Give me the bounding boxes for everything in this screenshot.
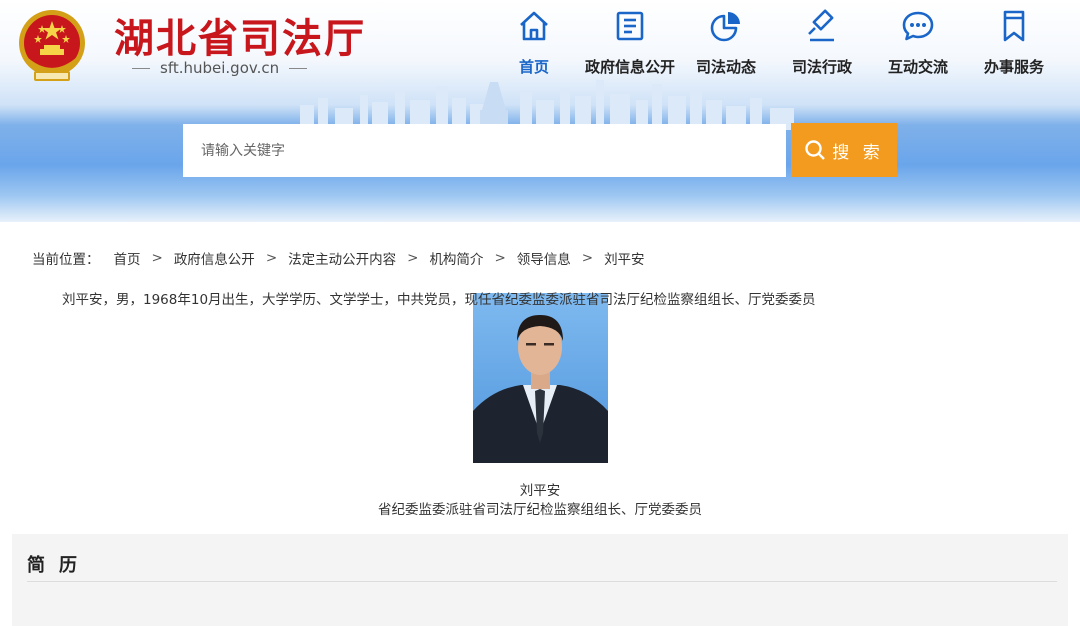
profile-photo [473,293,608,463]
resume-heading: 简历 [27,555,91,576]
nav-label: 司法行政 [791,58,852,76]
main-content: 当前位置： 首页 > 政府信息公开 > 法定主动公开内容 > 机构简介 > 领导… [6,222,1074,626]
breadcrumb-separator: > [494,250,506,266]
resume-text: 刘平安，男，1968年10月出生，大学学历、文学学士，中共党员，现任省纪委监委派… [62,292,816,308]
domain-left-rule [132,67,150,69]
breadcrumb-item-home[interactable]: 首页 [114,248,141,268]
nav-item-home[interactable]: 首页 [486,8,582,77]
home-icon [520,11,548,41]
breadcrumb: 当前位置： 首页 > 政府信息公开 > 法定主动公开内容 > 机构简介 > 领导… [32,248,645,268]
search-input[interactable] [183,124,786,177]
city-skyline-decoration [300,80,794,130]
national-emblem-logo [19,10,85,81]
search-icon [805,140,826,160]
profile-name: 刘平安 [519,483,561,499]
nav-item-interaction[interactable]: 互动交流 [870,8,966,77]
site-title: 湖北省司法厅 [114,15,366,62]
search-button[interactable]: 搜 索 [791,123,897,177]
nav-item-judicial-news[interactable]: 司法动态 [678,8,774,77]
resume-divider [27,581,1057,582]
breadcrumb-separator: > [151,250,163,266]
breadcrumb-item-leaders[interactable]: 领导信息 [517,248,571,268]
site-domain: sft.hubei.gov.cn [132,59,352,77]
site-header: 湖北省司法厅 sft.hubei.gov.cn 首页 政府信息公开 司法动态 司… [0,0,1080,222]
nav-label: 互动交流 [887,58,948,76]
breadcrumb-separator: > [407,250,419,266]
breadcrumb-item-org-intro[interactable]: 机构简介 [429,248,483,268]
document-icon [616,11,644,41]
nav-label: 司法动态 [695,58,756,76]
nav-item-gov-info[interactable]: 政府信息公开 [582,8,678,77]
search-button-label: 搜 索 [832,142,884,163]
breadcrumb-separator: > [581,250,594,266]
breadcrumb-item-statutory-disclosure[interactable]: 法定主动公开内容 [288,248,396,268]
profile-title: 省纪委监委派驻省司法厅纪检监察组组长、厅党委委员 [378,502,702,518]
breadcrumb-item-gov-info[interactable]: 政府信息公开 [174,248,255,268]
breadcrumb-separator: > [265,250,278,266]
nav-label: 首页 [518,58,549,76]
breadcrumb-item-current: 刘平安 [604,252,645,268]
nav-label: 办事服务 [983,58,1044,76]
gavel-icon [808,9,834,42]
nav-item-services[interactable]: 办事服务 [966,8,1062,77]
chat-icon [902,11,934,41]
pie-chart-icon [710,12,740,42]
nav-label: 政府信息公开 [584,58,675,76]
domain-right-rule [289,67,308,69]
site-domain-text: sft.hubei.gov.cn [160,59,280,77]
main-nav: 首页 政府信息公开 司法动态 司法行政 互动交流 办事服务 [486,8,1062,77]
breadcrumb-prefix: 当前位置： [32,252,100,268]
resume-section: 简历 [12,534,1068,626]
nav-item-judicial-admin[interactable]: 司法行政 [774,8,870,77]
bookmark-icon [1003,10,1025,42]
